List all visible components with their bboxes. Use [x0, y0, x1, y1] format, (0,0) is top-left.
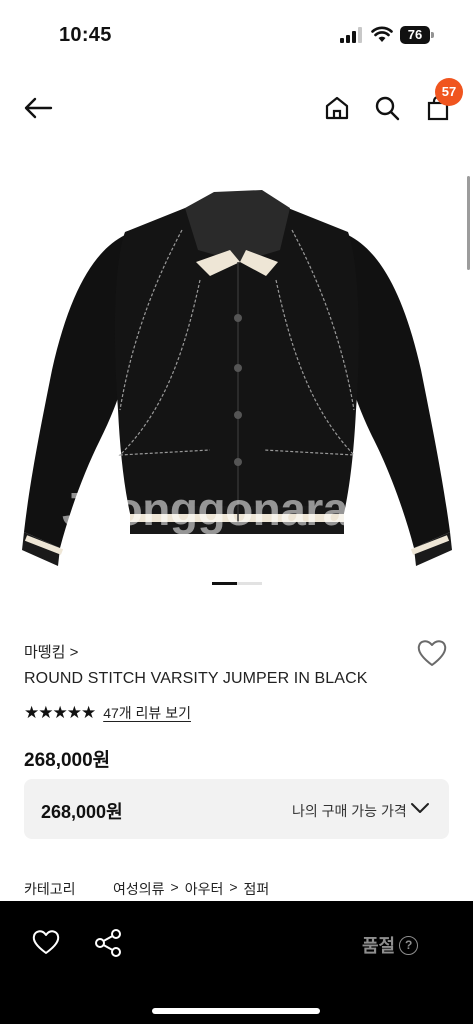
category-label: 카테고리: [24, 881, 76, 897]
status-time: 10:45: [59, 24, 112, 46]
cellular-signal-icon: [340, 27, 362, 43]
battery-level: 76: [400, 26, 430, 44]
scroll-indicator[interactable]: [467, 176, 470, 270]
top-navigation: [0, 80, 473, 136]
bottom-action-bar: 품절 ?: [0, 901, 473, 1024]
page-indicator-rest: [237, 582, 262, 585]
reviews-link[interactable]: 47개 리뷰 보기: [103, 703, 191, 723]
battery-icon: 76: [400, 26, 434, 44]
product-name: ROUND STITCH VARSITY JUMPER IN BLACK: [24, 670, 368, 687]
rating-row: ★★★★★ 47개 리뷰 보기: [24, 703, 191, 723]
wishlist-heart-icon[interactable]: [32, 929, 60, 955]
search-button[interactable]: [371, 92, 403, 124]
wifi-icon: [371, 26, 393, 42]
back-button[interactable]: [22, 92, 54, 124]
sold-out-status: 품절 ?: [362, 932, 419, 958]
help-icon[interactable]: ?: [399, 935, 419, 955]
arrow-left-icon: [24, 97, 53, 119]
star-rating: ★★★★★: [24, 703, 96, 722]
category-item[interactable]: 아우터: [185, 879, 224, 899]
brand-link[interactable]: 마뗑킴 >: [24, 641, 78, 662]
image-watermark: Joonggonara: [62, 483, 348, 535]
home-indicator: [152, 1008, 320, 1014]
breadcrumb-separator: >: [229, 879, 238, 895]
chevron-down-icon: [411, 803, 429, 813]
home-icon: [325, 96, 349, 120]
page-indicator-active: [212, 582, 237, 585]
category-item[interactable]: 점퍼: [244, 879, 270, 899]
status-bar: 10:45 76: [0, 0, 473, 70]
heart-icon[interactable]: [416, 638, 448, 668]
product-price: 268,000원: [24, 750, 111, 771]
my-price-label: 나의 구매 가능 가격: [292, 803, 407, 819]
my-price-value: 268,000원: [41, 802, 123, 822]
category-item[interactable]: 여성의류: [113, 879, 165, 899]
cart-count-badge: 57: [435, 78, 463, 106]
share-icon[interactable]: [94, 929, 122, 957]
home-button[interactable]: [321, 92, 353, 124]
my-price-dropdown[interactable]: 268,000원 나의 구매 가능 가격: [24, 779, 449, 839]
breadcrumb-separator: >: [170, 879, 179, 895]
image-page-indicator: [212, 582, 262, 585]
sold-out-label: 품절: [362, 936, 396, 956]
search-icon: [375, 96, 400, 121]
category-breadcrumb: 카테고리 여성의류 > 아우터 > 점퍼: [24, 879, 269, 899]
